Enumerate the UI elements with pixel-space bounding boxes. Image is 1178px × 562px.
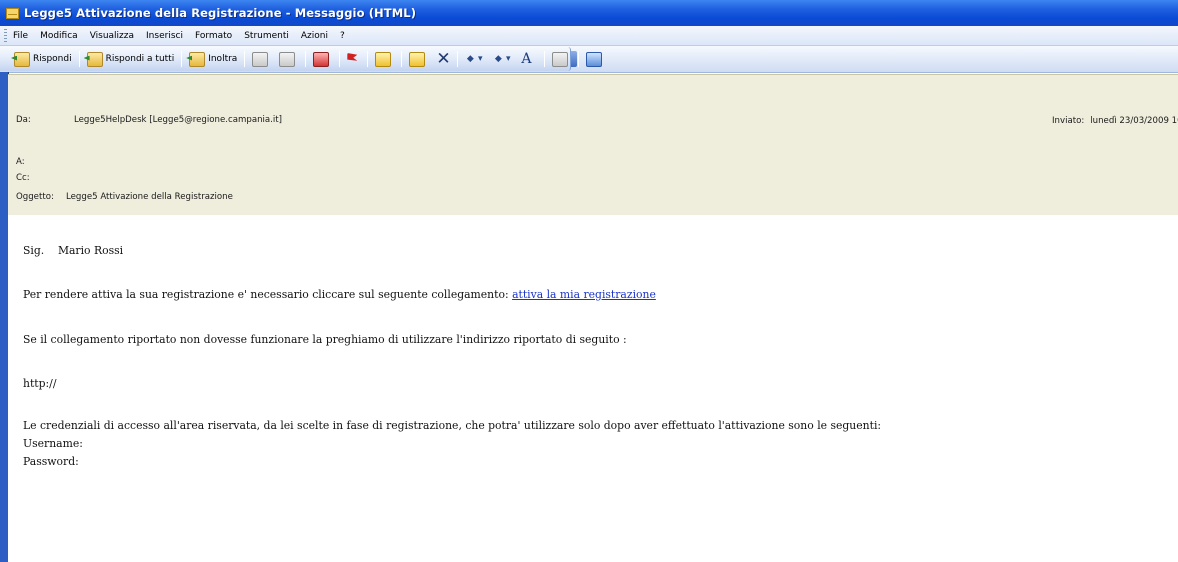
menu-bar: File Modifica Visualizza Inserisci Forma… bbox=[0, 26, 1178, 46]
reply-button[interactable]: Rispondi bbox=[10, 49, 76, 69]
salutation: Sig. Mario Rossi bbox=[23, 244, 123, 257]
fallback-url[interactable]: http:// bbox=[23, 377, 56, 390]
menu-visualizza[interactable]: Visualizza bbox=[90, 31, 134, 41]
sent-row: Inviato: lunedì 23/03/2009 10. bbox=[1052, 116, 1178, 126]
credentials-paragraph: Le credenziali di accesso all'area riser… bbox=[23, 419, 882, 432]
toolbar-separator bbox=[401, 51, 403, 67]
font-size-button[interactable]: A bbox=[517, 49, 541, 69]
next-item-button[interactable]: ◆ ▾ bbox=[489, 49, 517, 69]
flag-button[interactable] bbox=[343, 49, 364, 69]
next-arrow-icon: ◆ bbox=[494, 54, 502, 64]
sent-value: lunedì 23/03/2009 10. bbox=[1090, 116, 1178, 126]
subject-value: Legge5 Attivazione della Registrazione bbox=[66, 192, 233, 202]
message-header: Da: Legge5HelpDesk [Legge5@regione.campa… bbox=[8, 74, 1178, 216]
activation-text: Per rendere attiva la sua registrazione … bbox=[23, 288, 509, 301]
menu-strumenti[interactable]: Strumenti bbox=[244, 31, 289, 41]
message-body: Sig. Mario Rossi Per rendere attiva la s… bbox=[8, 215, 1178, 562]
toolbar-separator bbox=[544, 51, 546, 67]
help-button[interactable] bbox=[582, 49, 609, 69]
menu-formato[interactable]: Formato bbox=[195, 31, 232, 41]
toolbar-separator bbox=[457, 51, 459, 67]
copy-button[interactable] bbox=[275, 49, 302, 69]
recipient-name: Mario Rossi bbox=[57, 244, 124, 257]
categorize-button[interactable] bbox=[371, 49, 398, 69]
salutation-prefix: Sig. bbox=[23, 244, 45, 257]
toolbar: Rispondi Rispondi a tutti Inoltra ✕ ◆ ▾ … bbox=[0, 46, 1178, 73]
activation-paragraph: Per rendere attiva la sua registrazione … bbox=[23, 288, 656, 301]
subject-label: Oggetto: bbox=[16, 192, 54, 202]
forward-icon bbox=[189, 51, 206, 67]
forward-label: Inoltra bbox=[208, 54, 238, 64]
previous-arrow-icon: ◆ bbox=[466, 54, 474, 64]
reply-all-icon bbox=[86, 51, 103, 67]
menu-inserisci[interactable]: Inserisci bbox=[146, 31, 183, 41]
toolbar-separator bbox=[244, 51, 246, 67]
address-book-icon bbox=[552, 51, 569, 67]
toolbar-separator bbox=[578, 51, 580, 67]
menu-file[interactable]: File bbox=[13, 31, 28, 41]
cc-label: Cc: bbox=[16, 173, 30, 183]
menu-grip-handle[interactable] bbox=[4, 29, 7, 42]
fallback-paragraph: Se il collegamento riportato non dovesse… bbox=[23, 333, 627, 346]
forward-button[interactable]: Inoltra bbox=[185, 49, 241, 69]
flag-icon bbox=[347, 53, 358, 61]
activation-link[interactable]: attiva la mia registrazione bbox=[512, 288, 656, 301]
menu-help[interactable]: ? bbox=[340, 31, 345, 41]
junk-icon bbox=[409, 51, 426, 67]
help-icon bbox=[586, 51, 603, 67]
from-value[interactable]: Legge5HelpDesk [Legge5@regione.campania.… bbox=[74, 115, 282, 125]
move-to-folder-icon bbox=[313, 51, 330, 67]
sent-label: Inviato: bbox=[1052, 116, 1085, 126]
font-size-icon: A bbox=[521, 51, 532, 67]
title-bar[interactable]: Legge5 Attivazione della Registrazione -… bbox=[0, 0, 1178, 26]
reply-all-label: Rispondi a tutti bbox=[105, 54, 175, 64]
move-to-folder-button[interactable] bbox=[309, 49, 336, 69]
previous-item-button[interactable]: ◆ ▾ bbox=[461, 49, 489, 69]
chevron-down-icon: ▾ bbox=[478, 54, 483, 64]
junk-button[interactable] bbox=[405, 49, 432, 69]
standard-toolbar: Rispondi Rispondi a tutti Inoltra ✕ ◆ ▾ … bbox=[0, 47, 603, 71]
username-label: Username: bbox=[23, 437, 83, 450]
toolbar-separator bbox=[305, 51, 307, 67]
from-label: Da: bbox=[16, 115, 31, 125]
delete-icon: ✕ bbox=[436, 48, 451, 69]
chevron-down-icon: ▾ bbox=[506, 54, 511, 64]
toolbar-separator bbox=[181, 51, 183, 67]
copy-icon bbox=[279, 51, 296, 67]
envelope-icon bbox=[6, 7, 19, 19]
categorize-icon bbox=[375, 51, 392, 67]
reply-all-button[interactable]: Rispondi a tutti bbox=[83, 49, 179, 69]
password-label: Password: bbox=[23, 455, 79, 468]
reply-label: Rispondi bbox=[33, 54, 72, 64]
print-button[interactable] bbox=[248, 49, 275, 69]
message-window: Legge5 Attivazione della Registrazione -… bbox=[0, 0, 1178, 562]
toolbar-options-handle[interactable] bbox=[571, 51, 577, 67]
toolbar-separator bbox=[339, 51, 341, 67]
delete-button[interactable]: ✕ bbox=[432, 49, 454, 69]
toolbar-separator bbox=[367, 51, 369, 67]
reply-icon bbox=[14, 51, 30, 67]
toolbar-separator bbox=[78, 51, 80, 67]
window-title: Legge5 Attivazione della Registrazione -… bbox=[24, 6, 417, 20]
menu-modifica[interactable]: Modifica bbox=[40, 31, 78, 41]
print-icon bbox=[252, 51, 269, 67]
to-label: A: bbox=[16, 157, 25, 167]
menu-azioni[interactable]: Azioni bbox=[301, 31, 328, 41]
